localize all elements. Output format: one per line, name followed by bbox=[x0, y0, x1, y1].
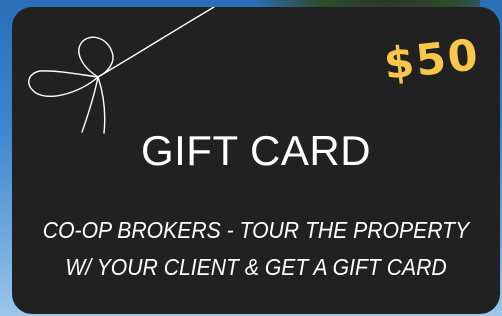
gift-card-subtitle: CO-OP BROKERS - TOUR THE PROPERTY W/ YOU… bbox=[32, 212, 481, 286]
gift-card: $50 GIFT CARD CO-OP BROKERS - TOUR THE P… bbox=[12, 7, 500, 314]
gift-card-amount: $50 bbox=[381, 30, 483, 90]
subtitle-line-1: CO-OP BROKERS - TOUR THE PROPERTY bbox=[42, 217, 470, 243]
subtitle-line-2: W/ YOUR CLIENT & GET A GIFT CARD bbox=[65, 254, 447, 280]
gift-card-title: GIFT CARD bbox=[140, 127, 372, 174]
